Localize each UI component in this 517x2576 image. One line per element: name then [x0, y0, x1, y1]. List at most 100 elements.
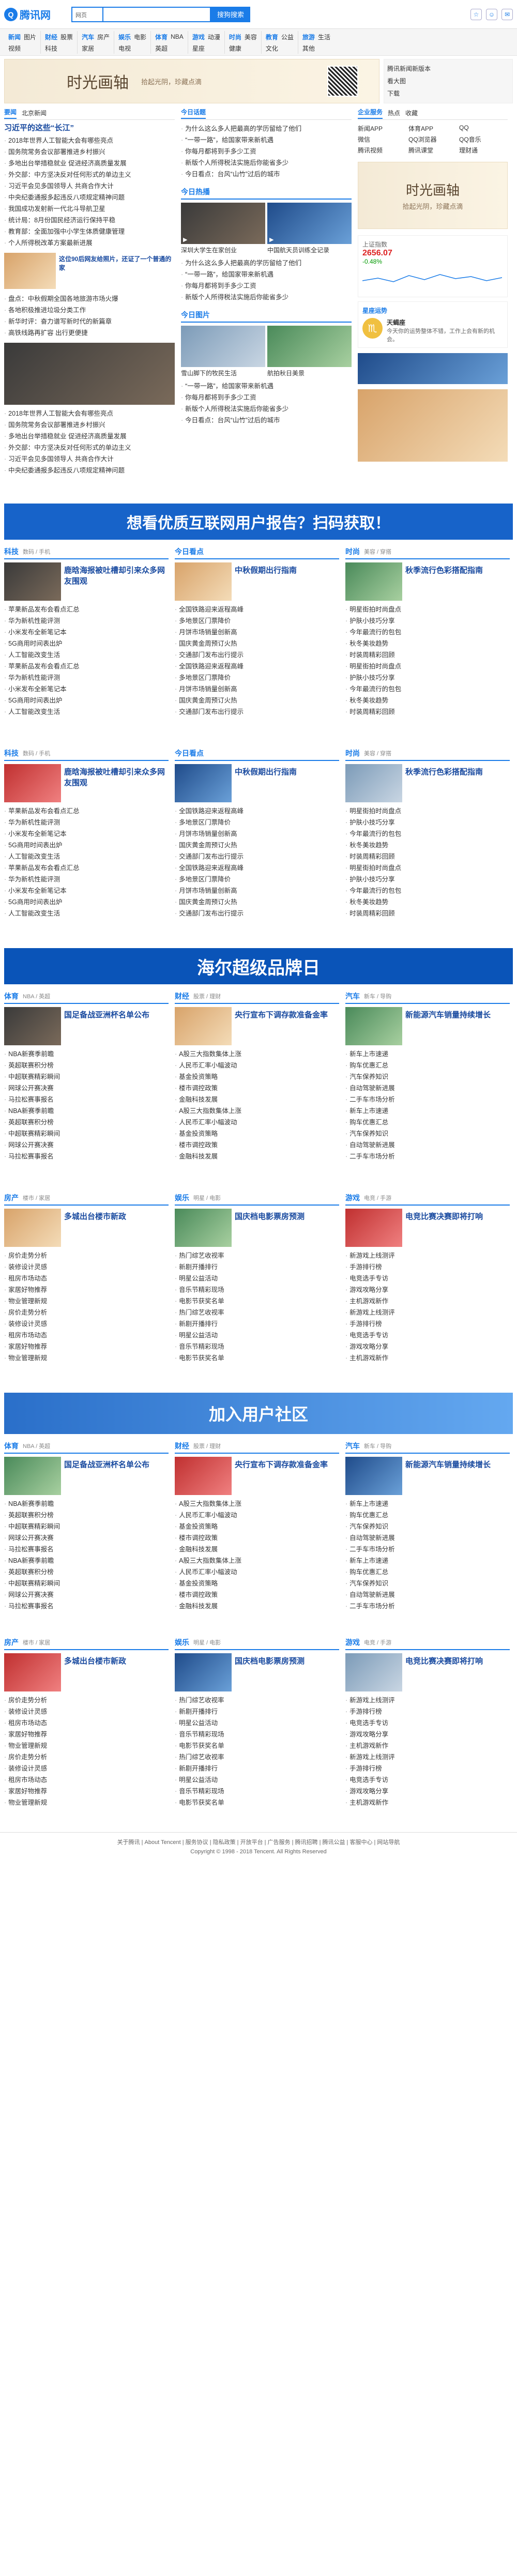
news-item[interactable]: 房价走势分析	[4, 1695, 169, 1706]
news-item[interactable]: 新车上市速递	[345, 1498, 510, 1510]
news-item[interactable]: 新剧开播排行	[175, 1261, 339, 1273]
news-item[interactable]: 汽车保养知识	[345, 1521, 510, 1532]
section-thumbnail[interactable]	[175, 1007, 232, 1045]
news-item[interactable]: 明星街拍时尚盘点	[345, 604, 510, 615]
section-title[interactable]: 汽车	[345, 1441, 360, 1451]
nav-link-健康[interactable]: 健康	[229, 44, 241, 53]
news-item[interactable]: 新游戏上线测评	[345, 1307, 510, 1318]
news-item[interactable]: 新剧开播排行	[175, 1706, 339, 1717]
news-item[interactable]: 房价走势分析	[4, 1307, 169, 1318]
nav-link-其他[interactable]: 其他	[302, 44, 315, 53]
news-item[interactable]: 华为新机性能评测	[4, 817, 169, 828]
news-item[interactable]: 中央纪委通报多起违反八项规定精神问题	[4, 465, 175, 476]
news-item[interactable]: 装修设计灵感	[4, 1706, 169, 1717]
news-item[interactable]: 人民币汇率小幅波动	[175, 1060, 339, 1071]
news-thumbnail[interactable]	[4, 253, 56, 289]
section-thumbnail[interactable]	[175, 1457, 232, 1495]
news-item[interactable]: 2018年世界人工智能大会有哪些亮点	[4, 408, 175, 419]
news-item[interactable]: NBA新赛季前瞻	[4, 1048, 169, 1060]
section-thumbnail[interactable]	[4, 1457, 61, 1495]
news-item[interactable]: 新版个人所得税法实施后你能省多少	[181, 403, 352, 415]
stock-widget[interactable]: 上证指数 2656.07 -0.48%	[358, 235, 508, 297]
app-link[interactable]: QQ音乐	[459, 135, 508, 144]
news-item[interactable]: 华为新机性能评测	[4, 615, 169, 627]
section-headline[interactable]: 国庆档电影票房预测	[235, 1211, 339, 1245]
news-item[interactable]: 自动驾驶新进展	[345, 1532, 510, 1544]
top-banner[interactable]: 时光画轴 拾起光阴，珍藏点滴	[4, 59, 379, 103]
section-title[interactable]: 房产	[4, 1637, 19, 1648]
right-banner[interactable]: 时光画轴 拾起光阴，珍藏点滴	[358, 162, 508, 229]
news-item[interactable]: 多地出台举措稳就业 促进经济高质量发展	[4, 431, 175, 442]
news-item[interactable]: 租房市场动态	[4, 1273, 169, 1284]
app-link[interactable]: 新闻APP	[358, 124, 406, 133]
section-headline[interactable]: 新能源汽车销量持续增长	[405, 1459, 510, 1493]
app-link[interactable]: 腾讯课堂	[408, 146, 457, 155]
news-item[interactable]: 英超联赛积分榜	[4, 1117, 169, 1128]
news-item[interactable]: 全国铁路迎来返程高峰	[175, 805, 339, 817]
news-item[interactable]: 手游排行榜	[345, 1318, 510, 1330]
news-item[interactable]: 手游排行榜	[345, 1261, 510, 1273]
search-input[interactable]	[102, 6, 211, 22]
news-item[interactable]: 金融科技发展	[175, 1094, 339, 1105]
news-item[interactable]: 热门综艺收视率	[175, 1250, 339, 1261]
news-item[interactable]: 统计局：8月份国民经济运行保持平稳	[4, 215, 175, 226]
news-item[interactable]: 新游戏上线测评	[345, 1695, 510, 1706]
side-item[interactable]: 腾讯新闻新版本	[387, 63, 509, 75]
nav-link-视频[interactable]: 视频	[8, 44, 21, 53]
news-item[interactable]: 高铁线路再扩容 出行更便捷	[4, 327, 175, 339]
section-thumbnail[interactable]	[4, 562, 61, 601]
news-item[interactable]: 二手车市场分析	[345, 1151, 510, 1162]
news-item[interactable]: 家居好物推荐	[4, 1284, 169, 1295]
news-item[interactable]: 时装周精彩回顾	[345, 908, 510, 919]
nav-link-教育[interactable]: 教育	[266, 33, 278, 41]
nav-link-房产[interactable]: 房产	[97, 33, 110, 41]
news-item[interactable]: 音乐节精彩现场	[175, 1786, 339, 1797]
news-item[interactable]: 时装周精彩回顾	[345, 851, 510, 862]
news-item[interactable]: 个人所得税改革方案最新进展	[4, 237, 175, 249]
news-item[interactable]: 基金投资策略	[175, 1578, 339, 1589]
section-headline[interactable]: 新能源汽车销量持续增长	[405, 1009, 510, 1043]
side-item[interactable]: 下载	[387, 87, 509, 100]
news-item[interactable]: 国庆黄金周预订火热	[175, 695, 339, 706]
news-item[interactable]: 购车优惠汇总	[345, 1510, 510, 1521]
nav-link-体育[interactable]: 体育	[155, 33, 168, 41]
news-item[interactable]: 5G商用时间表出炉	[4, 840, 169, 851]
news-item[interactable]: 自动驾驶新进展	[345, 1083, 510, 1094]
news-item[interactable]: 国庆黄金周预订火热	[175, 840, 339, 851]
news-item[interactable]: 明星街拍时尚盘点	[345, 805, 510, 817]
news-item[interactable]: 购车优惠汇总	[345, 1060, 510, 1071]
news-item[interactable]: 电竞选手专访	[345, 1774, 510, 1786]
news-item[interactable]: 游戏攻略分享	[345, 1729, 510, 1740]
video-thumbnail[interactable]: ▶	[267, 203, 352, 244]
news-item[interactable]: 电影节获奖名单	[175, 1797, 339, 1808]
news-item[interactable]: 国务院常务会议部署推进乡村振兴	[4, 146, 175, 158]
news-item[interactable]: 中超联赛精彩瞬间	[4, 1128, 169, 1139]
section-headline[interactable]: 国庆档电影票房预测	[235, 1655, 339, 1689]
news-item[interactable]: 自动驾驶新进展	[345, 1139, 510, 1151]
news-item[interactable]: 5G商用时间表出炉	[4, 638, 169, 649]
news-item[interactable]: 中央纪委通报多起违反八项规定精神问题	[4, 192, 175, 203]
news-item[interactable]: 装修设计灵感	[4, 1318, 169, 1330]
video-caption[interactable]: 深圳大学生在家创业	[181, 246, 265, 254]
nav-link-股票[interactable]: 股票	[60, 33, 73, 41]
news-item[interactable]: 月饼市场销量创新高	[175, 828, 339, 840]
nav-link-新闻[interactable]: 新闻	[8, 33, 21, 41]
search-type-select[interactable]: 网页	[71, 6, 102, 22]
news-item[interactable]: 护肤小技巧分享	[345, 817, 510, 828]
news-item[interactable]: 基金投资策略	[175, 1071, 339, 1083]
news-item[interactable]: 电竞选手专访	[345, 1273, 510, 1284]
promo-banner[interactable]: 想看优质互联网用户报告？扫码获取！	[4, 504, 513, 540]
nav-link-汽车[interactable]: 汽车	[82, 33, 94, 41]
feature-image[interactable]	[4, 343, 175, 405]
news-item[interactable]: 电竞选手专访	[345, 1717, 510, 1729]
section-headline[interactable]: 鹿晗海报被吐槽却引来众多网友围观	[64, 766, 169, 800]
section-title[interactable]: 娱乐	[175, 1193, 189, 1203]
news-item[interactable]: 电影节获奖名单	[175, 1740, 339, 1751]
nav-link-游戏[interactable]: 游戏	[192, 33, 205, 41]
news-item[interactable]: 全国铁路迎来返程高峰	[175, 661, 339, 672]
news-item[interactable]: 新游戏上线测评	[345, 1250, 510, 1261]
news-item[interactable]: 楼市调控政策	[175, 1589, 339, 1601]
news-item[interactable]: 物业管理新规	[4, 1352, 169, 1364]
pic-thumbnail[interactable]	[267, 326, 352, 367]
app-link[interactable]: QQ	[459, 124, 508, 133]
